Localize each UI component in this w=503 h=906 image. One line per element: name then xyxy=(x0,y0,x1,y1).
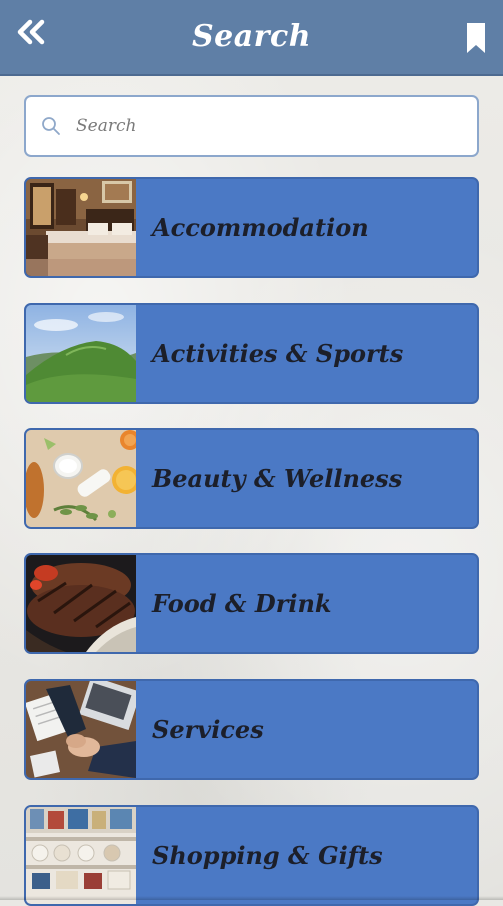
category-label: Services xyxy=(152,715,264,744)
bookmark-button[interactable] xyxy=(458,18,494,62)
category-label: Beauty & Wellness xyxy=(152,464,403,493)
grilled-steak-image xyxy=(26,555,136,652)
search-bar[interactable] xyxy=(24,95,479,157)
business-handshake-image xyxy=(26,681,136,778)
category-label: Shopping & Gifts xyxy=(152,841,383,870)
app-header: Search xyxy=(0,0,503,76)
category-services[interactable]: Services xyxy=(24,679,479,780)
back-button[interactable] xyxy=(12,14,50,54)
gift-shop-image xyxy=(26,807,136,904)
category-label: Activities & Sports xyxy=(152,339,404,368)
double-chevron-left-icon xyxy=(16,19,46,49)
category-food-drink[interactable]: Food & Drink xyxy=(24,553,479,654)
category-shopping-gifts[interactable]: Shopping & Gifts xyxy=(24,805,479,906)
category-accommodation[interactable]: Accommodation xyxy=(24,177,479,278)
search-icon xyxy=(40,115,62,137)
bottom-edge xyxy=(0,896,503,900)
green-hill-image xyxy=(26,305,136,402)
category-label: Accommodation xyxy=(152,213,369,242)
category-beauty-wellness[interactable]: Beauty & Wellness xyxy=(24,428,479,529)
category-activities-sports[interactable]: Activities & Sports xyxy=(24,303,479,404)
bookmark-icon xyxy=(465,22,487,58)
page-title: Search xyxy=(191,19,312,54)
hotel-room-image xyxy=(26,179,136,276)
search-input[interactable] xyxy=(74,105,467,147)
spa-products-image xyxy=(26,430,136,527)
category-label: Food & Drink xyxy=(152,589,332,618)
